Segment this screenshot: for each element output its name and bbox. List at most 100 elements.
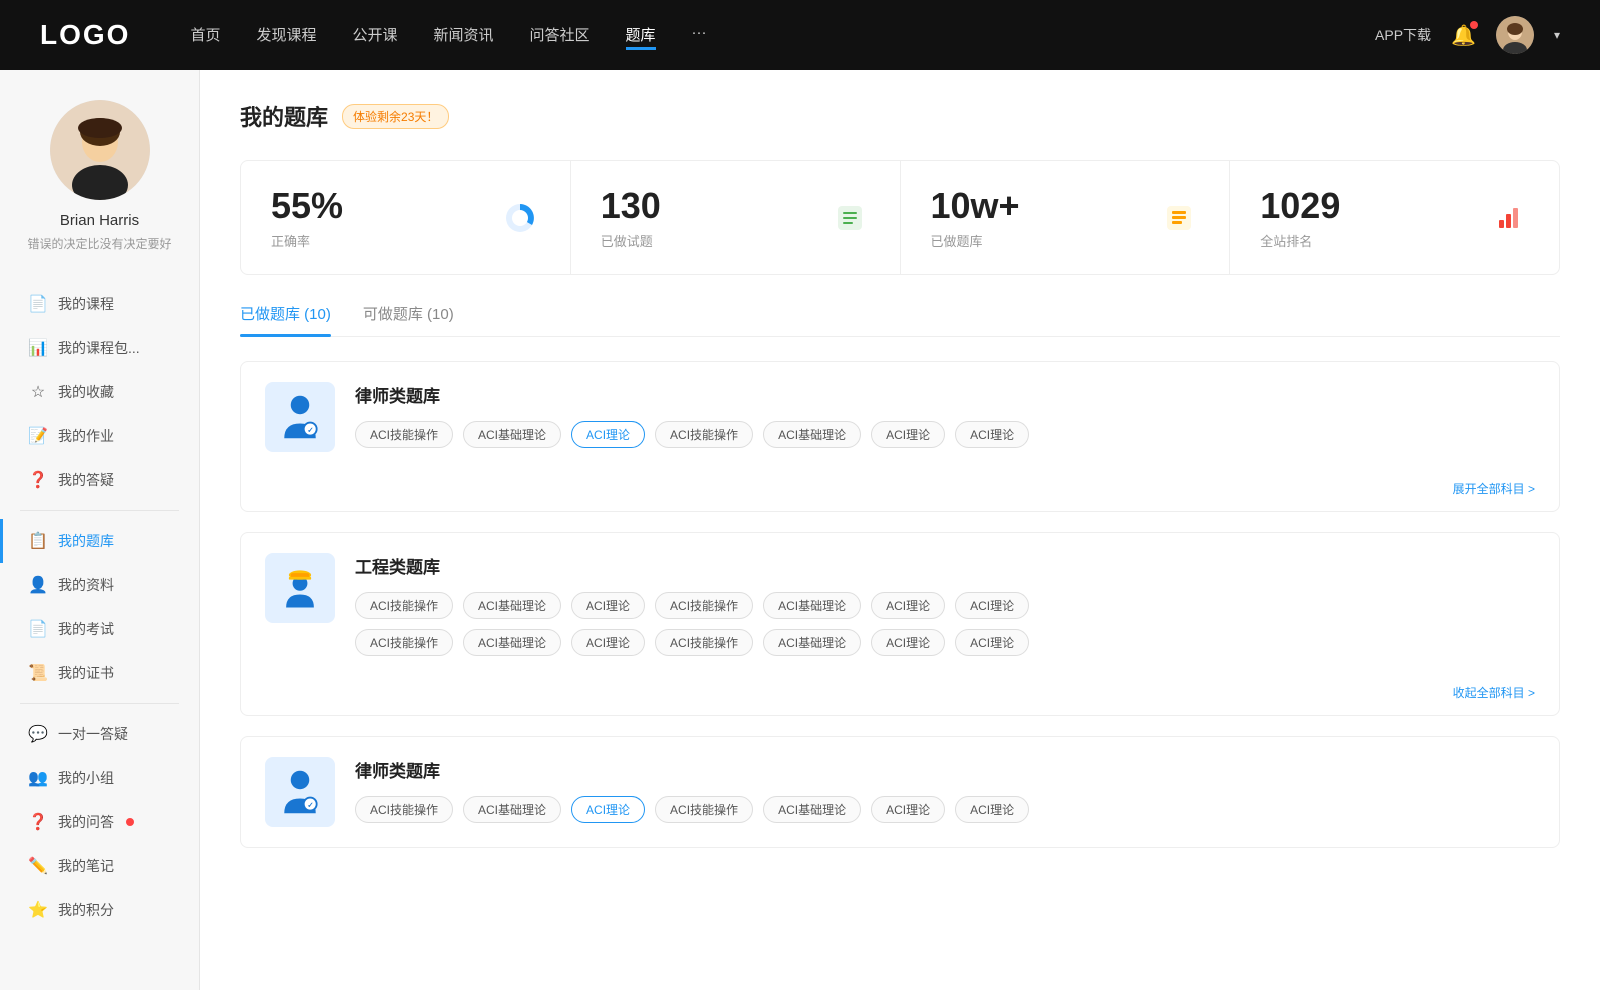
qbank-lawyer-2-title: 律师类题库	[355, 757, 1535, 782]
qbank-engineer-title: 工程类题库	[355, 553, 1535, 578]
my-data-icon: 👤	[28, 575, 48, 595]
my-questions-icon: ❓	[28, 812, 48, 832]
sidebar-item-my-data-label: 我的资料	[58, 575, 114, 595]
sidebar-item-my-course-label: 我的课程	[58, 294, 114, 314]
qbank-lawyer-1-tag-3[interactable]: ACI技能操作	[655, 421, 753, 448]
qbank-engineer-tag-r1-3[interactable]: ACI技能操作	[655, 592, 753, 619]
qbank-lawyer-1-tag-2[interactable]: ACI理论	[571, 421, 645, 448]
stat-accuracy-text: 55% 正确率	[271, 185, 484, 250]
qbank-engineer-tag-r2-6[interactable]: ACI理论	[955, 629, 1029, 656]
qbank-lawyer-1-tag-0[interactable]: ACI技能操作	[355, 421, 453, 448]
qbank-lawyer-1-icon: ✓	[265, 382, 335, 452]
sidebar: Brian Harris 错误的决定比没有决定要好 📄 我的课程 📊 我的课程包…	[0, 70, 200, 990]
qbank-lawyer-2-tag-0[interactable]: ACI技能操作	[355, 796, 453, 823]
qbank-card-engineer-header: 工程类题库 ACI技能操作 ACI基础理论 ACI理论 ACI技能操作 ACI基…	[241, 533, 1559, 676]
qbank-engineer-tag-r2-1[interactable]: ACI基础理论	[463, 629, 561, 656]
qbank-engineer-tag-r1-5[interactable]: ACI理论	[871, 592, 945, 619]
qbank-lawyer-1-tag-5[interactable]: ACI理论	[871, 421, 945, 448]
sidebar-item-my-questions[interactable]: ❓ 我的问答	[0, 800, 199, 844]
layout: Brian Harris 错误的决定比没有决定要好 📄 我的课程 📊 我的课程包…	[0, 70, 1600, 990]
qbank-card-lawyer-2-header: ✓ 律师类题库 ACI技能操作 ACI基础理论 ACI理论 ACI技能操作 AC…	[241, 737, 1559, 847]
qbank-lawyer-2-tag-1[interactable]: ACI基础理论	[463, 796, 561, 823]
my-cert-icon: 📜	[28, 663, 48, 683]
nav-more[interactable]: ···	[692, 20, 707, 50]
nav-news[interactable]: 新闻资讯	[434, 20, 494, 50]
qbank-engineer-tag-r1-1[interactable]: ACI基础理论	[463, 592, 561, 619]
stat-site-rank-value: 1029	[1260, 185, 1473, 227]
sidebar-item-my-homework[interactable]: 📝 我的作业	[0, 414, 199, 458]
stat-accuracy-value: 55%	[271, 185, 484, 227]
nav-qbank[interactable]: 题库	[626, 20, 656, 50]
stats-row: 55% 正确率 130 已做试题	[240, 160, 1560, 275]
qbank-lawyer-1-tag-6[interactable]: ACI理论	[955, 421, 1029, 448]
qbank-lawyer-1-content: 律师类题库 ACI技能操作 ACI基础理论 ACI理论 ACI技能操作 ACI基…	[355, 382, 1535, 448]
sidebar-username: Brian Harris	[60, 212, 139, 229]
qbank-engineer-tag-r2-4[interactable]: ACI基础理论	[763, 629, 861, 656]
stat-site-rank-icon	[1489, 198, 1529, 238]
qbank-lawyer-2-tag-6[interactable]: ACI理论	[955, 796, 1029, 823]
sidebar-item-my-exam[interactable]: 📄 我的考试	[0, 607, 199, 651]
qbank-engineer-tag-r1-0[interactable]: ACI技能操作	[355, 592, 453, 619]
qbank-lawyer-2-tag-5[interactable]: ACI理论	[871, 796, 945, 823]
qbank-engineer-expand[interactable]: 收起全部科目 >	[241, 676, 1559, 715]
nav-qa[interactable]: 问答社区	[530, 20, 590, 50]
qbank-engineer-content: 工程类题库 ACI技能操作 ACI基础理论 ACI理论 ACI技能操作 ACI基…	[355, 553, 1535, 656]
qbank-lawyer-1-tags: ACI技能操作 ACI基础理论 ACI理论 ACI技能操作 ACI基础理论 AC…	[355, 421, 1535, 448]
one-on-one-icon: 💬	[28, 724, 48, 744]
qbank-lawyer-2-tag-4[interactable]: ACI基础理论	[763, 796, 861, 823]
qbank-lawyer-2-content: 律师类题库 ACI技能操作 ACI基础理论 ACI理论 ACI技能操作 ACI基…	[355, 757, 1535, 823]
sidebar-item-my-course-pkg-label: 我的课程包...	[58, 338, 140, 358]
sidebar-item-my-qa[interactable]: ❓ 我的答疑	[0, 458, 199, 502]
notification-bell[interactable]: 🔔	[1451, 23, 1476, 48]
qbank-engineer-tag-r1-6[interactable]: ACI理论	[955, 592, 1029, 619]
qbank-lawyer-1-expand[interactable]: 展开全部科目 >	[241, 472, 1559, 511]
sidebar-item-one-on-one[interactable]: 💬 一对一答疑	[0, 712, 199, 756]
stat-done-qbanks: 10w+ 已做题库	[901, 161, 1231, 274]
qbank-engineer-tag-r2-2[interactable]: ACI理论	[571, 629, 645, 656]
user-menu-chevron[interactable]: ▾	[1554, 28, 1560, 42]
sidebar-divider-2	[20, 703, 179, 704]
qbank-lawyer-1-expand-btn[interactable]: 展开全部科目 >	[1453, 480, 1535, 497]
sidebar-item-one-on-one-label: 一对一答疑	[58, 724, 128, 744]
nav-home[interactable]: 首页	[190, 20, 220, 50]
app-download[interactable]: APP下载	[1375, 25, 1431, 45]
nav-discover[interactable]: 发现课程	[256, 20, 316, 50]
qbank-engineer-tags-row1: ACI技能操作 ACI基础理论 ACI理论 ACI技能操作 ACI基础理论 AC…	[355, 592, 1535, 619]
qbank-engineer-tag-r2-0[interactable]: ACI技能操作	[355, 629, 453, 656]
sidebar-item-my-course[interactable]: 📄 我的课程	[0, 282, 199, 326]
qbank-engineer-tag-r1-4[interactable]: ACI基础理论	[763, 592, 861, 619]
sidebar-item-my-group[interactable]: 👥 我的小组	[0, 756, 199, 800]
qbank-lawyer-2-tag-2[interactable]: ACI理论	[571, 796, 645, 823]
qbank-lawyer-1-tag-4[interactable]: ACI基础理论	[763, 421, 861, 448]
sidebar-item-my-data[interactable]: 👤 我的资料	[0, 563, 199, 607]
sidebar-item-my-group-label: 我的小组	[58, 768, 114, 788]
stat-done-questions-value: 130	[601, 185, 814, 227]
my-homework-icon: 📝	[28, 426, 48, 446]
my-questions-notification-dot	[126, 818, 134, 826]
tab-available-qbanks[interactable]: 可做题库 (10)	[363, 303, 454, 336]
logo[interactable]: LOGO	[40, 19, 130, 51]
sidebar-item-my-cert[interactable]: 📜 我的证书	[0, 651, 199, 695]
qbank-lawyer-2-tag-3[interactable]: ACI技能操作	[655, 796, 753, 823]
stat-done-qbanks-value: 10w+	[931, 185, 1144, 227]
navbar-right: APP下载 🔔 ▾	[1375, 16, 1560, 54]
qbank-card-lawyer-1-header: ✓ 律师类题库 ACI技能操作 ACI基础理论 ACI理论 ACI技能操作 AC…	[241, 362, 1559, 472]
qbank-lawyer-2-tags: ACI技能操作 ACI基础理论 ACI理论 ACI技能操作 ACI基础理论 AC…	[355, 796, 1535, 823]
qbank-engineer-tag-r2-3[interactable]: ACI技能操作	[655, 629, 753, 656]
qbank-lawyer-1-tag-1[interactable]: ACI基础理论	[463, 421, 561, 448]
sidebar-item-my-points[interactable]: ⭐ 我的积分	[0, 888, 199, 932]
stat-done-qbanks-icon	[1159, 198, 1199, 238]
qbank-engineer-tag-r1-2[interactable]: ACI理论	[571, 592, 645, 619]
sidebar-item-my-notes[interactable]: ✏️ 我的笔记	[0, 844, 199, 888]
tab-done-qbanks[interactable]: 已做题库 (10)	[240, 303, 331, 336]
sidebar-item-my-course-pkg[interactable]: 📊 我的课程包...	[0, 326, 199, 370]
my-qbank-icon: 📋	[28, 531, 48, 551]
qbank-engineer-tags-row2: ACI技能操作 ACI基础理论 ACI理论 ACI技能操作 ACI基础理论 AC…	[355, 629, 1535, 656]
nav-opencourse[interactable]: 公开课	[352, 20, 397, 50]
sidebar-item-my-qbank[interactable]: 📋 我的题库	[0, 519, 199, 563]
qbank-engineer-expand-btn[interactable]: 收起全部科目 >	[1453, 684, 1535, 701]
sidebar-item-my-favorites[interactable]: ☆ 我的收藏	[0, 370, 199, 414]
user-avatar[interactable]	[1496, 16, 1534, 54]
qbank-engineer-tag-r2-5[interactable]: ACI理论	[871, 629, 945, 656]
sidebar-item-my-questions-label: 我的问答	[58, 812, 114, 832]
